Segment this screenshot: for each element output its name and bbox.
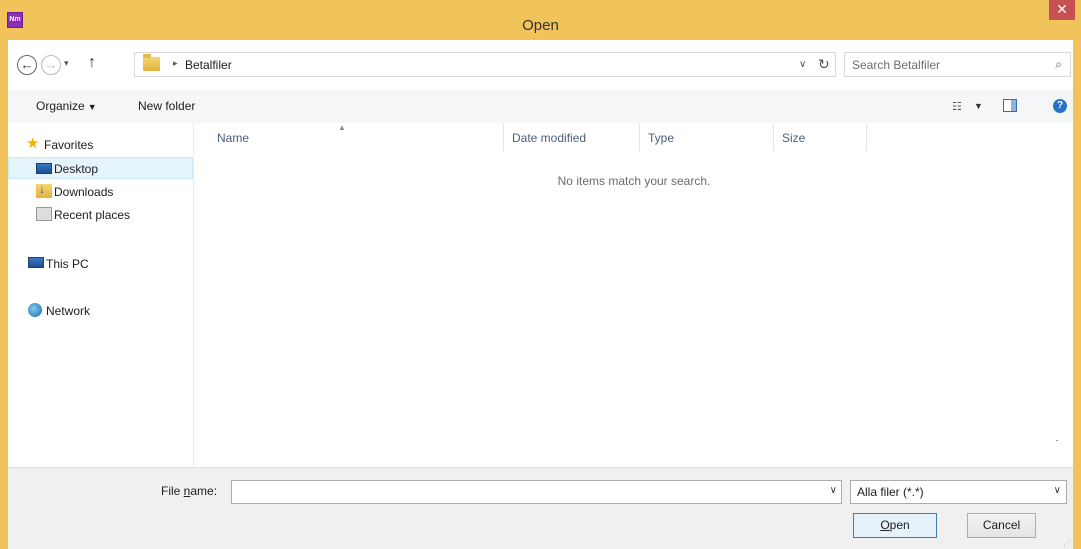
- file-type-filter-value: Alla filer (*.*): [857, 485, 924, 499]
- back-button[interactable]: ←: [17, 55, 37, 75]
- filter-dropdown-icon[interactable]: ∨: [1054, 485, 1061, 496]
- bottom-panel: File name: ∨ Alla filer (*.*) ∨ Open Can…: [8, 467, 1073, 549]
- column-header-type[interactable]: Type: [640, 123, 774, 151]
- nav-label-favorites: Favorites: [44, 138, 94, 152]
- search-input[interactable]: [845, 53, 1035, 76]
- nav-label-recent-places: Recent places: [54, 208, 131, 222]
- folder-icon: [143, 54, 160, 71]
- desktop-icon: [36, 163, 52, 174]
- downloads-icon: [36, 182, 52, 198]
- open-button-label: pen: [889, 518, 910, 532]
- network-icon: [28, 303, 42, 317]
- file-list: ▲ Name Date modified Type Size No items …: [195, 123, 1073, 467]
- search-box[interactable]: ⌕: [844, 52, 1071, 77]
- forward-button[interactable]: →: [41, 55, 61, 75]
- nav-item-favorites[interactable]: ★ Favorites: [8, 134, 193, 156]
- file-name-label-suffix: ame:: [190, 484, 218, 498]
- resize-grip-icon[interactable]: ⋰: [1063, 538, 1071, 547]
- nav-item-this-pc[interactable]: This PC: [8, 253, 193, 275]
- column-header-size[interactable]: Size: [774, 123, 867, 151]
- close-button[interactable]: ✕: [1049, 0, 1075, 20]
- organize-label: Organize: [36, 99, 85, 113]
- recent-locations-dropdown[interactable]: ▾: [64, 58, 69, 69]
- nav-label-this-pc: This PC: [46, 257, 89, 271]
- address-bar[interactable]: ▸ Betalfiler ∨ ↻: [134, 52, 836, 77]
- nav-label-downloads: Downloads: [54, 185, 114, 199]
- nav-item-downloads[interactable]: Downloads: [8, 181, 193, 203]
- address-row: ← → ▾ ↑ ▸ Betalfiler ∨ ↻ ⌕: [8, 40, 1073, 90]
- nav-item-recent-places[interactable]: Recent places: [8, 204, 193, 226]
- column-header-name-label: Name: [217, 131, 250, 145]
- window-title: Open: [522, 17, 559, 34]
- file-type-filter-select[interactable]: Alla filer (*.*) ∨: [850, 480, 1067, 504]
- computer-icon: [28, 257, 44, 268]
- file-name-label-prefix: File: [161, 484, 184, 498]
- dialog-client: ← → ▾ ↑ ▸ Betalfiler ∨ ↻ ⌕ Organize▼ New…: [8, 40, 1073, 549]
- nav-item-desktop[interactable]: Desktop: [8, 157, 193, 179]
- cancel-button[interactable]: Cancel: [967, 513, 1036, 538]
- organize-button[interactable]: Organize ▼: [36, 99, 97, 113]
- view-chevron-down-icon[interactable]: ▼: [974, 101, 983, 111]
- help-icon[interactable]: ?: [1053, 99, 1067, 113]
- scroll-artifact: [1056, 440, 1058, 441]
- title-bar: Nm Open ✕: [0, 0, 1081, 40]
- file-name-label: File name:: [161, 484, 217, 498]
- open-button[interactable]: Open: [853, 513, 937, 538]
- file-name-input[interactable]: [232, 481, 817, 503]
- nav-label-desktop: Desktop: [54, 162, 99, 176]
- nav-label-network: Network: [46, 304, 91, 318]
- column-header-date-label: Date modified: [512, 131, 587, 145]
- refresh-icon[interactable]: ↻: [818, 56, 830, 73]
- preview-pane-icon[interactable]: [1003, 99, 1017, 112]
- breadcrumb-separator-icon[interactable]: ▸: [173, 58, 178, 69]
- new-folder-button[interactable]: New folder: [138, 99, 195, 113]
- file-name-combobox[interactable]: ∨: [231, 480, 842, 504]
- address-dropdown-icon[interactable]: ∨: [799, 59, 806, 70]
- breadcrumb-betalfiler[interactable]: Betalfiler: [185, 58, 232, 72]
- chevron-down-icon: ▼: [87, 102, 97, 112]
- column-header-date-modified[interactable]: Date modified: [504, 123, 640, 151]
- empty-message: No items match your search.: [557, 174, 711, 188]
- column-header-size-label: Size: [782, 131, 806, 145]
- nav-item-network[interactable]: Network: [8, 300, 193, 322]
- column-header-type-label: Type: [648, 131, 675, 145]
- toolbar: Organize ▼ New folder ☷ ▼ ?: [8, 90, 1073, 123]
- up-button[interactable]: ↑: [88, 54, 96, 72]
- star-icon: ★: [26, 135, 40, 152]
- recent-places-icon: [36, 207, 52, 221]
- search-icon[interactable]: ⌕: [1055, 57, 1062, 72]
- navigation-pane: ★ Favorites Desktop Downloads Recent pla…: [8, 123, 194, 467]
- column-header-name[interactable]: Name: [209, 123, 504, 151]
- view-options-icon[interactable]: ☷: [952, 100, 962, 113]
- file-name-dropdown-icon[interactable]: ∨: [830, 485, 837, 496]
- open-button-access: O: [880, 518, 890, 532]
